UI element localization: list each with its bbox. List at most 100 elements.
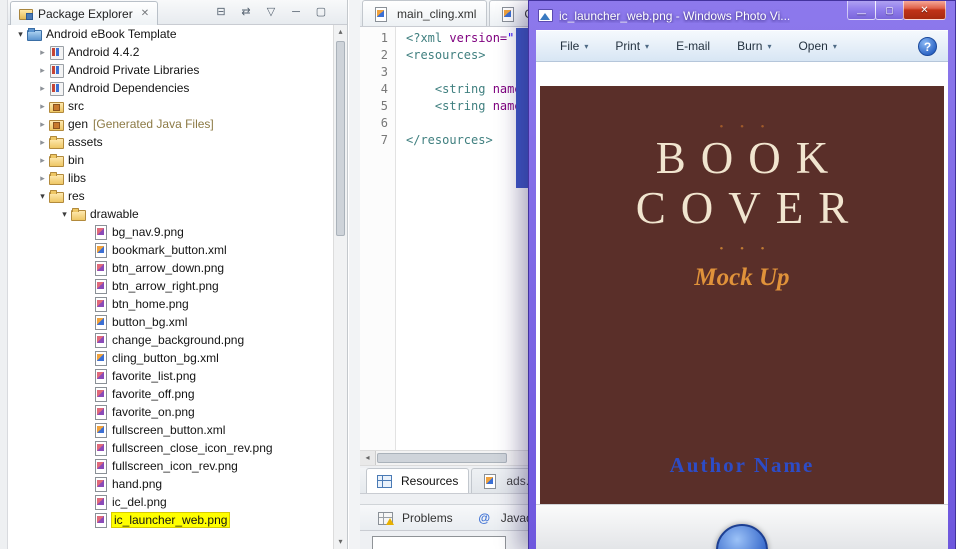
scrollbar-thumb[interactable] — [377, 453, 507, 463]
folder-file-icon — [71, 207, 86, 221]
tree-item-btn-home-png[interactable]: btn_home.png — [8, 295, 333, 313]
project-file-icon — [27, 27, 42, 41]
tree-item-ic-del-png[interactable]: ic_del.png — [8, 493, 333, 511]
menu-item-print[interactable]: Print ▾ — [615, 39, 649, 53]
menu-item-burn[interactable]: Burn ▾ — [737, 39, 771, 53]
view-tab-problems[interactable]: Problems — [368, 505, 463, 531]
code-token: " — [507, 31, 515, 45]
package-explorer-tab[interactable]: Package Explorer ✕ — [10, 1, 159, 25]
minimize-icon[interactable]: ─ — [288, 4, 304, 20]
tree-item-label: fullscreen_close_icon_rev.png — [112, 441, 273, 455]
package-explorer-scrollbar[interactable]: ▴ ▾ — [333, 25, 347, 549]
tree-item-bg-nav-9-png[interactable]: bg_nav.9.png — [8, 223, 333, 241]
help-button[interactable]: ? — [918, 37, 937, 56]
tree-item-label: favorite_on.png — [112, 405, 195, 419]
tree-item-ic-launcher-web-png[interactable]: ic_launcher_web.png — [8, 511, 333, 529]
cover-dots-top: • • • — [719, 121, 772, 133]
minimize-button[interactable]: — — [847, 1, 876, 20]
folder-file-icon — [49, 135, 64, 149]
tree-item-libs[interactable]: ▸ libs — [8, 169, 333, 187]
tree-item-label: res — [68, 189, 85, 203]
tree-item-favorite-list-png[interactable]: favorite_list.png — [8, 367, 333, 385]
line-number: 6 — [380, 116, 388, 130]
maximize-icon[interactable]: ▢ — [313, 4, 329, 20]
tree-item-button-bg-xml[interactable]: button_bg.xml — [8, 313, 333, 331]
png-file-icon — [93, 477, 108, 492]
expand-arrow-icon[interactable]: ▸ — [36, 65, 49, 76]
tree-item-btn-arrow-right-png[interactable]: btn_arrow_right.png — [8, 277, 333, 295]
expand-arrow-icon[interactable]: ▸ — [36, 137, 49, 148]
close-button[interactable]: ✕ — [903, 1, 946, 20]
package-explorer-toolbar: ⊟ ⇄ ▽ ─ ▢ — [213, 4, 329, 20]
cover-author: Author Name — [669, 453, 815, 477]
tree-item-gen[interactable]: ▸ gen [Generated Java Files] — [8, 115, 333, 133]
tree-item-android-ebook-template[interactable]: ▾ Android eBook Template — [8, 25, 333, 43]
tree-item-assets[interactable]: ▸ assets — [8, 133, 333, 151]
tree-item-android-dependencies[interactable]: ▸ Android Dependencies — [8, 79, 333, 97]
scroll-up-icon[interactable]: ▴ — [334, 25, 347, 39]
tree-item-fullscreen-button-xml[interactable]: fullscreen_button.xml — [8, 421, 333, 439]
tree-item-label: fullscreen_icon_rev.png — [112, 459, 238, 473]
expand-arrow-icon[interactable]: ▸ — [36, 119, 49, 130]
page-tab-resources[interactable]: Resources — [366, 468, 470, 493]
collapse-arrow-icon[interactable]: ▾ — [36, 191, 49, 202]
scroll-down-icon[interactable]: ▾ — [334, 535, 347, 549]
scroll-left-icon[interactable]: ◂ — [360, 451, 376, 465]
menu-item-open[interactable]: Open ▾ — [798, 39, 836, 53]
tree-item-fullscreen-close-icon-rev-png[interactable]: fullscreen_close_icon_rev.png — [8, 439, 333, 457]
tree-item-cling-button-bg-xml[interactable]: cling_button_bg.xml — [8, 349, 333, 367]
expand-arrow-icon[interactable]: ▸ — [36, 83, 49, 94]
view-menu-icon[interactable]: ▽ — [263, 4, 279, 20]
cover-title-line2: COVER — [635, 183, 864, 234]
expand-arrow-icon[interactable]: ▸ — [36, 155, 49, 166]
close-icon: ✕ — [920, 4, 929, 16]
srcfolder-file-icon — [49, 117, 64, 131]
tree-item-favorite-off-png[interactable]: favorite_off.png — [8, 385, 333, 403]
tree-item-btn-arrow-down-png[interactable]: btn_arrow_down.png — [8, 259, 333, 277]
tree-item-fullscreen-icon-rev-png[interactable]: fullscreen_icon_rev.png — [8, 457, 333, 475]
tree-item-drawable[interactable]: ▾ drawable — [8, 205, 333, 223]
maximize-button[interactable]: ▢ — [875, 1, 904, 20]
collapse-arrow-icon[interactable]: ▾ — [14, 29, 27, 40]
link-with-editor-icon[interactable]: ⇄ — [238, 4, 254, 20]
code-token: <string — [434, 99, 493, 113]
play-slideshow-button[interactable] — [716, 524, 768, 549]
editor-tab-main-cling-xml[interactable]: main_cling.xml — [362, 0, 488, 26]
tree-item-bin[interactable]: ▸ bin — [8, 151, 333, 169]
tree-item-favorite-on-png[interactable]: favorite_on.png — [8, 403, 333, 421]
menu-item-e-mail[interactable]: E-mail — [676, 39, 710, 53]
panel-sash[interactable] — [349, 0, 360, 549]
tree-item-decoration: [Generated Java Files] — [93, 117, 214, 131]
code-token: <resources> — [406, 48, 486, 62]
png-file-icon — [93, 387, 108, 402]
expand-arrow-icon[interactable]: ▸ — [36, 173, 49, 184]
close-icon[interactable]: ✕ — [141, 8, 149, 19]
tree-item-label: favorite_off.png — [112, 387, 195, 401]
scrollbar-thumb[interactable] — [336, 41, 345, 236]
png-file-icon — [93, 441, 108, 456]
tree-item-hand-png[interactable]: hand.png — [8, 475, 333, 493]
library-file-icon — [49, 45, 64, 60]
tree-item-bookmark-button-xml[interactable]: bookmark_button.xml — [8, 241, 333, 259]
expand-arrow-icon[interactable]: ▸ — [36, 47, 49, 58]
menu-item-file[interactable]: File ▾ — [560, 39, 588, 53]
folder-file-icon — [49, 171, 64, 185]
tree-item-android-4-4-2[interactable]: ▸ Android 4.4.2 — [8, 43, 333, 61]
expand-arrow-icon[interactable]: ▸ — [36, 101, 49, 112]
png-file-icon — [93, 513, 108, 528]
collapse-all-icon[interactable]: ⊟ — [213, 4, 229, 20]
tree-item-res[interactable]: ▾ res — [8, 187, 333, 205]
collapse-arrow-icon[interactable]: ▾ — [58, 209, 71, 220]
code-token: <string — [434, 82, 493, 96]
tree-item-android-private-libraries[interactable]: ▸ Android Private Libraries — [8, 61, 333, 79]
tree-item-src[interactable]: ▸ src — [8, 97, 333, 115]
tree-item-change-background-png[interactable]: change_background.png — [8, 331, 333, 349]
viewer-menubar: File ▾ Print ▾ E-mail Burn ▾ Open ▾ ? — [536, 30, 948, 62]
xml-file-icon — [93, 315, 108, 330]
tree-item-label: hand.png — [112, 477, 163, 491]
editor-tab-label: main_cling.xml — [397, 6, 477, 21]
chevron-down-icon: ▾ — [832, 41, 837, 51]
